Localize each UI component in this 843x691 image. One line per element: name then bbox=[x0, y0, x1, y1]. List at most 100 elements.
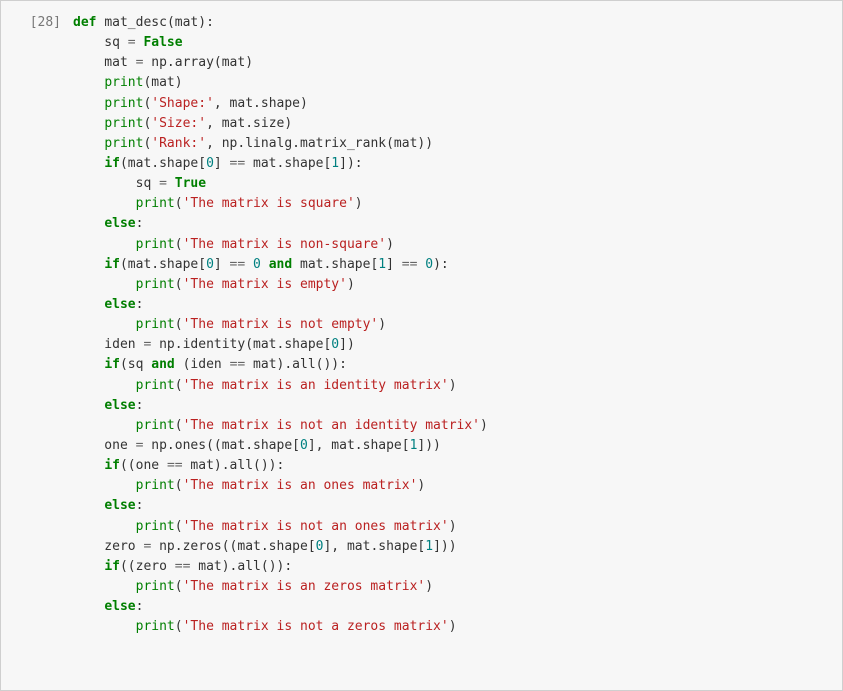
code-token: ) bbox=[449, 519, 457, 534]
code-token: == bbox=[167, 458, 183, 473]
code-token: ) bbox=[425, 579, 433, 594]
code-token: 'The matrix is square' bbox=[183, 196, 355, 211]
code-line: if((zero == mat).all()): bbox=[73, 557, 832, 577]
code-token: print bbox=[136, 519, 175, 534]
code-token bbox=[73, 156, 104, 171]
code-token: (mat.shape[ bbox=[120, 156, 206, 171]
code-token: 0 bbox=[425, 257, 433, 272]
code-token bbox=[73, 398, 104, 413]
code-token: , np.linalg.matrix_rank(mat)) bbox=[206, 136, 433, 151]
code-token: mat_desc bbox=[104, 15, 167, 30]
code-token: == bbox=[230, 357, 246, 372]
code-token: ], mat.shape[ bbox=[308, 438, 410, 453]
code-token: 'The matrix is empty' bbox=[183, 277, 347, 292]
code-token: : bbox=[136, 498, 144, 513]
code-token: else bbox=[104, 216, 135, 231]
code-token bbox=[73, 619, 136, 634]
code-line: mat = np.array(mat) bbox=[73, 53, 832, 73]
code-line: zero = np.zeros((mat.shape[0], mat.shape… bbox=[73, 537, 832, 557]
code-token: : bbox=[136, 398, 144, 413]
code-token: ) bbox=[355, 196, 363, 211]
code-token: 'Rank:' bbox=[151, 136, 206, 151]
code-token: print bbox=[104, 96, 143, 111]
code-token: 'The matrix is not an ones matrix' bbox=[183, 519, 449, 534]
code-line: print('Shape:', mat.shape) bbox=[73, 94, 832, 114]
code-line: if(mat.shape[0] == 0 and mat.shape[1] ==… bbox=[73, 255, 832, 275]
code-token: 0 bbox=[300, 438, 308, 453]
code-editor[interactable]: def mat_desc(mat): sq = False mat = np.a… bbox=[69, 9, 842, 682]
code-token: if bbox=[104, 559, 120, 574]
code-token: 0 bbox=[206, 156, 214, 171]
code-token: (iden bbox=[175, 357, 230, 372]
code-token: ( bbox=[175, 519, 183, 534]
code-token: ])) bbox=[433, 539, 456, 554]
code-token bbox=[73, 216, 104, 231]
code-line: print(mat) bbox=[73, 73, 832, 93]
code-token: else bbox=[104, 498, 135, 513]
code-token: : bbox=[136, 599, 144, 614]
code-token: np.identity(mat.shape[ bbox=[151, 337, 331, 352]
code-token: one bbox=[73, 438, 136, 453]
code-line: print('The matrix is an zeros matrix') bbox=[73, 577, 832, 597]
code-token bbox=[73, 378, 136, 393]
code-token: ( bbox=[175, 196, 183, 211]
code-token: == bbox=[175, 559, 191, 574]
code-token: print bbox=[136, 317, 175, 332]
code-token: ]) bbox=[339, 337, 355, 352]
code-token: mat bbox=[73, 55, 136, 70]
code-token: ) bbox=[417, 478, 425, 493]
code-token: sq bbox=[73, 35, 128, 50]
code-token bbox=[73, 418, 136, 433]
code-token: ) bbox=[480, 418, 488, 433]
code-token: ) bbox=[347, 277, 355, 292]
code-token bbox=[73, 257, 104, 272]
code-token: print bbox=[136, 378, 175, 393]
code-token: print bbox=[104, 136, 143, 151]
code-token: == bbox=[402, 257, 418, 272]
code-token: mat).all()): bbox=[245, 357, 347, 372]
code-token: np.zeros((mat.shape[ bbox=[151, 539, 315, 554]
code-token: np.ones((mat.shape[ bbox=[143, 438, 300, 453]
code-token: , mat.size) bbox=[206, 116, 292, 131]
code-token bbox=[73, 116, 104, 131]
code-token: 0 bbox=[206, 257, 214, 272]
code-token: and bbox=[151, 357, 174, 372]
code-token: print bbox=[136, 277, 175, 292]
code-token: 0 bbox=[253, 257, 261, 272]
code-line: else: bbox=[73, 214, 832, 234]
code-line: if((one == mat).all()): bbox=[73, 456, 832, 476]
code-line: sq = False bbox=[73, 33, 832, 53]
code-line: print('The matrix is not empty') bbox=[73, 315, 832, 335]
code-token bbox=[73, 579, 136, 594]
code-token: ((zero bbox=[120, 559, 175, 574]
code-token: = bbox=[159, 176, 167, 191]
code-token: mat).all()): bbox=[190, 559, 292, 574]
code-token bbox=[73, 317, 136, 332]
code-token: ] bbox=[386, 257, 402, 272]
code-token bbox=[245, 257, 253, 272]
code-line: if(mat.shape[0] == mat.shape[1]): bbox=[73, 154, 832, 174]
code-token: = bbox=[128, 35, 136, 50]
code-token: False bbox=[143, 35, 182, 50]
code-token bbox=[73, 297, 104, 312]
code-token: if bbox=[104, 357, 120, 372]
code-line: def mat_desc(mat): bbox=[73, 13, 832, 33]
code-token bbox=[73, 559, 104, 574]
code-token: 'The matrix is not a zeros matrix' bbox=[183, 619, 449, 634]
code-token: print bbox=[136, 237, 175, 252]
code-token bbox=[73, 498, 104, 513]
code-token: iden bbox=[73, 337, 143, 352]
code-token: ): bbox=[433, 257, 449, 272]
input-prompt: [28] bbox=[1, 9, 69, 682]
code-token: ) bbox=[378, 317, 386, 332]
code-line: print('The matrix is square') bbox=[73, 194, 832, 214]
code-token: (sq bbox=[120, 357, 151, 372]
code-token: if bbox=[104, 257, 120, 272]
code-line: print('The matrix is non-square') bbox=[73, 235, 832, 255]
code-token bbox=[73, 96, 104, 111]
code-line: print('The matrix is an ones matrix') bbox=[73, 476, 832, 496]
code-token: print bbox=[104, 116, 143, 131]
code-token: 'The matrix is an ones matrix' bbox=[183, 478, 418, 493]
code-token: ( bbox=[175, 317, 183, 332]
code-token bbox=[261, 257, 269, 272]
